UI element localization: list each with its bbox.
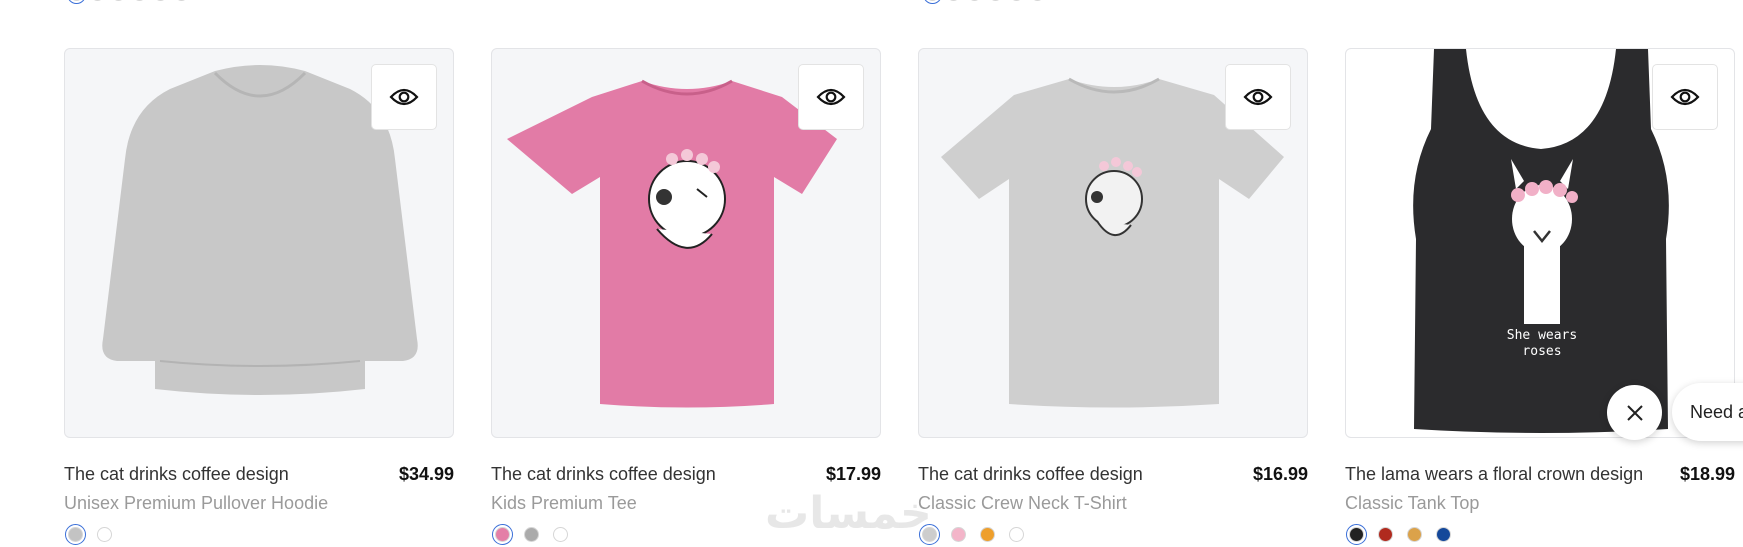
product-subtitle: Classic Tank Top (1345, 493, 1480, 513)
close-icon (1626, 404, 1643, 421)
color-swatch[interactable] (492, 524, 513, 545)
product-price: $17.99 (825, 464, 881, 484)
product-price: $34.99 (398, 464, 454, 484)
product-card[interactable]: The cat drinks coffee design $34.99 Unis… (64, 48, 454, 545)
color-swatch[interactable] (65, 524, 86, 545)
color-swatch[interactable] (97, 527, 112, 542)
eye-icon (389, 88, 419, 106)
color-swatch[interactable] (553, 527, 568, 542)
color-swatch[interactable] (1031, 0, 1044, 1)
product-card[interactable]: The cat drinks coffee design $17.99 Kids… (491, 48, 881, 545)
product-title[interactable]: The cat drinks coffee design (918, 464, 1143, 485)
product-image[interactable] (64, 48, 454, 438)
color-swatch[interactable] (1407, 527, 1422, 542)
watermark: خمسات (765, 488, 932, 539)
color-swatch[interactable] (951, 527, 966, 542)
product-title[interactable]: The cat drinks coffee design (491, 464, 716, 485)
color-swatch[interactable] (947, 0, 960, 1)
product-price: $18.99 (1679, 464, 1735, 484)
color-swatch[interactable] (1378, 527, 1393, 542)
product-subtitle: Unisex Premium Pullover Hoodie (64, 493, 329, 513)
color-swatch[interactable] (1436, 527, 1451, 542)
color-swatch[interactable] (154, 0, 167, 1)
color-swatch[interactable] (980, 527, 995, 542)
color-swatch[interactable] (923, 0, 942, 4)
product-title[interactable]: The lama wears a floral crown design (1345, 464, 1643, 485)
color-swatch[interactable] (989, 0, 1002, 1)
chat-bubble[interactable]: Need a (1672, 383, 1743, 441)
print-text-line2: roses (1522, 344, 1561, 359)
eye-icon (816, 88, 846, 106)
color-swatch[interactable] (1346, 524, 1367, 545)
color-swatch[interactable] (112, 0, 125, 1)
product-image[interactable]: She wears roses (1345, 48, 1735, 438)
color-swatch[interactable] (524, 527, 539, 542)
quick-view-button[interactable] (1652, 64, 1718, 130)
top-swatches-left (67, 0, 188, 4)
quick-view-button[interactable] (798, 64, 864, 130)
eye-icon (1243, 88, 1273, 106)
color-swatches (1345, 524, 1735, 545)
product-image[interactable] (491, 48, 881, 438)
color-swatch[interactable] (968, 0, 981, 1)
top-swatches-right (923, 0, 1044, 4)
color-swatch[interactable] (1010, 0, 1023, 1)
chat-close-button[interactable] (1607, 385, 1662, 440)
product-card[interactable]: The cat drinks coffee design $16.99 Clas… (918, 48, 1308, 545)
color-swatches (918, 524, 1308, 545)
quick-view-button[interactable] (1225, 64, 1291, 130)
product-price: $16.99 (1252, 464, 1308, 484)
print-text-line1: She wears (1507, 328, 1577, 343)
eye-icon (1670, 88, 1700, 106)
color-swatch[interactable] (175, 0, 188, 1)
product-subtitle: Classic Crew Neck T-Shirt (918, 493, 1127, 513)
product-image[interactable] (918, 48, 1308, 438)
quick-view-button[interactable] (371, 64, 437, 130)
product-card[interactable]: She wears roses The lama wears a floral … (1345, 48, 1735, 545)
color-swatch[interactable] (1009, 527, 1024, 542)
color-swatch[interactable] (133, 0, 146, 1)
product-title[interactable]: The cat drinks coffee design (64, 464, 289, 485)
color-swatch[interactable] (91, 0, 104, 1)
color-swatches (64, 524, 454, 545)
color-swatch[interactable] (67, 0, 86, 4)
